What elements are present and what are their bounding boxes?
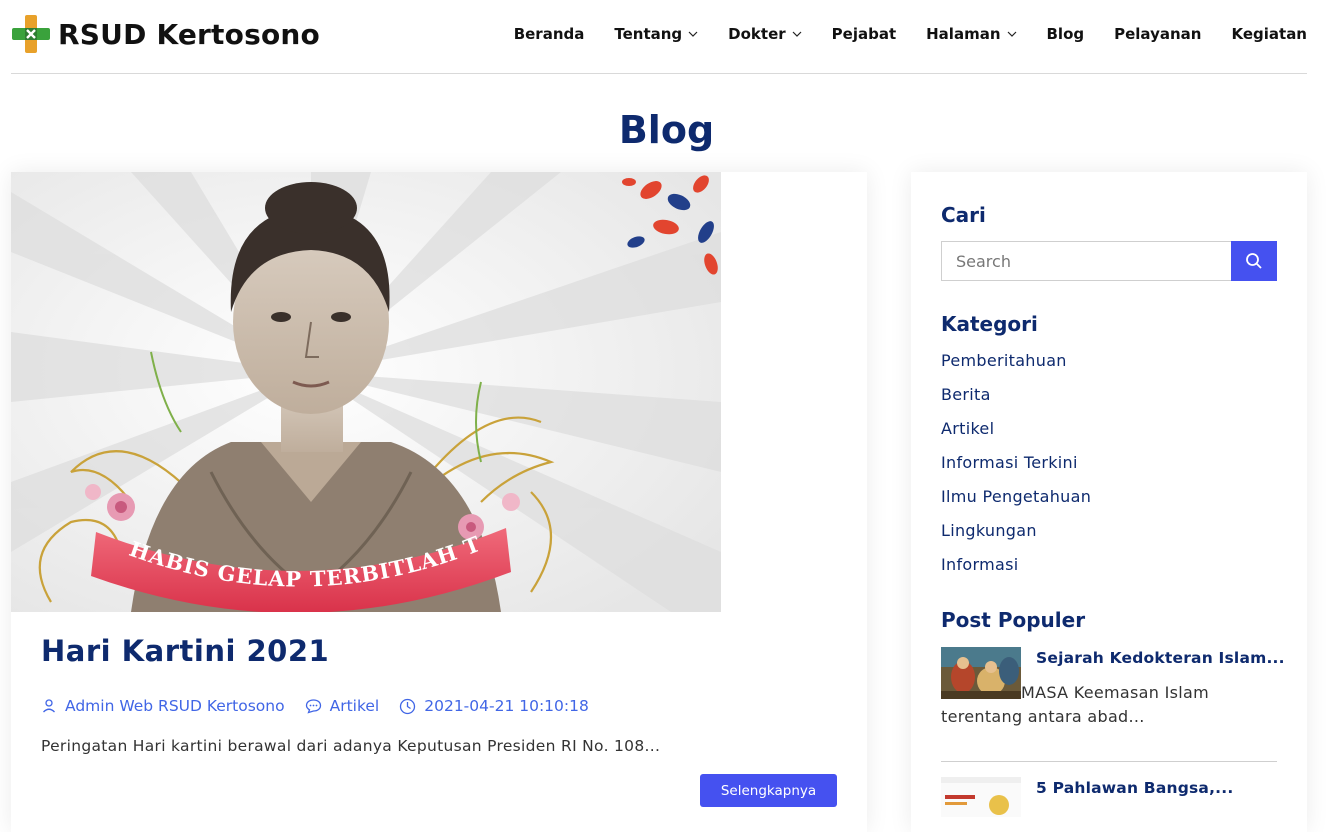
- brand-name: RSUD Kertosono: [58, 17, 320, 51]
- datetime-text: 2021-04-21 10:10:18: [424, 697, 589, 715]
- popular-post-title[interactable]: Sejarah Kedokteran Islam...: [1036, 649, 1285, 667]
- clock-icon: [400, 698, 416, 714]
- chevron-down-icon: [792, 31, 802, 37]
- category-item-berita[interactable]: Berita: [941, 384, 1091, 418]
- nav-label: Halaman: [926, 25, 1001, 43]
- nav-label: Pelayanan: [1114, 25, 1202, 43]
- popular-post-excerpt: MASA Keemasan Islam terentang antara aba…: [941, 681, 1277, 729]
- category-item-lingkungan[interactable]: Lingkungan: [941, 520, 1091, 554]
- site-logo[interactable]: RSUD Kertosono: [12, 14, 320, 54]
- nav-label: Tentang: [614, 25, 683, 43]
- popular-divider: [941, 761, 1277, 762]
- post-meta: Admin Web RSUD Kertosono Artikel 2021-04…: [41, 697, 609, 715]
- post-featured-image[interactable]: HABIS GELAP TERBITLAH TERANG: [11, 172, 721, 612]
- excerpt-rest: Keemasan Islam terentang antara abad...: [941, 683, 1209, 726]
- read-more-button[interactable]: Selengkapnya: [700, 774, 837, 807]
- nav-item-kegiatan[interactable]: Kegiatan: [1231, 25, 1307, 43]
- logo-cross-icon: [12, 15, 50, 53]
- search-icon: [1246, 253, 1262, 269]
- kartini-illustration: HABIS GELAP TERBITLAH TERANG: [11, 172, 721, 612]
- search-input[interactable]: [941, 241, 1246, 281]
- category-item-artikel[interactable]: Artikel: [941, 418, 1091, 452]
- category-heading: Kategori: [941, 312, 1038, 336]
- category-item-informasi-terkini[interactable]: Informasi Terkini: [941, 452, 1091, 486]
- nav-item-beranda[interactable]: Beranda: [514, 25, 585, 43]
- header-divider: [11, 73, 1307, 74]
- comment-icon: [305, 699, 321, 714]
- popular-heading: Post Populer: [941, 608, 1086, 632]
- nav-label: Kegiatan: [1231, 25, 1307, 43]
- category-list: Pemberitahuan Berita Artikel Informasi T…: [941, 350, 1091, 588]
- category-item-ilmu-pengetahuan[interactable]: Ilmu Pengetahuan: [941, 486, 1091, 520]
- popular-post-thumbnail[interactable]: [941, 777, 1021, 817]
- nav-item-dokter[interactable]: Dokter: [728, 25, 802, 43]
- heroes-thumbnail: [941, 777, 1021, 817]
- nav-label: Blog: [1046, 25, 1085, 43]
- post-title[interactable]: Hari Kartini 2021: [41, 634, 329, 668]
- search-button[interactable]: [1231, 241, 1277, 281]
- nav-item-blog[interactable]: Blog: [1047, 25, 1085, 43]
- search-form: [941, 241, 1277, 281]
- category-item-informasi[interactable]: Informasi: [941, 554, 1091, 588]
- popular-post-title[interactable]: 5 Pahlawan Bangsa,...: [1036, 779, 1233, 797]
- nav-label: Pejabat: [831, 25, 897, 43]
- post-datetime: 2021-04-21 10:10:18: [399, 697, 589, 715]
- category-item-pemberitahuan[interactable]: Pemberitahuan: [941, 350, 1091, 384]
- nav-item-pelayanan[interactable]: Pelayanan: [1114, 25, 1201, 43]
- nav-item-pejabat[interactable]: Pejabat: [832, 25, 896, 43]
- chevron-down-icon: [688, 31, 698, 37]
- nav-item-halaman[interactable]: Halaman: [926, 25, 1016, 43]
- main-nav: Beranda Tentang Dokter Pejabat Halaman B…: [484, 25, 1307, 43]
- blog-post-card: HABIS GELAP TERBITLAH TERANG Hari Kartin…: [11, 172, 867, 832]
- post-category[interactable]: Artikel: [305, 697, 380, 715]
- post-author[interactable]: Admin Web RSUD Kertosono: [41, 697, 285, 715]
- page-title: Blog: [618, 108, 715, 152]
- chevron-down-icon: [1007, 31, 1016, 37]
- nav-item-tentang[interactable]: Tentang: [614, 25, 698, 43]
- search-heading: Cari: [941, 203, 986, 227]
- user-icon: [43, 699, 55, 713]
- nav-label: Dokter: [728, 25, 786, 43]
- nav-label: Beranda: [513, 25, 585, 43]
- category-name: Artikel: [329, 697, 380, 715]
- site-header: RSUD Kertosono Beranda Tentang Dokter Pe…: [0, 0, 1333, 74]
- excerpt-lead: MASA: [1021, 683, 1069, 702]
- post-excerpt: Peringatan Hari kartini berawal dari ada…: [41, 737, 661, 755]
- author-name: Admin Web RSUD Kertosono: [65, 697, 285, 715]
- sidebar: Cari Kategori Pemberitahuan Berita Artik…: [911, 172, 1307, 832]
